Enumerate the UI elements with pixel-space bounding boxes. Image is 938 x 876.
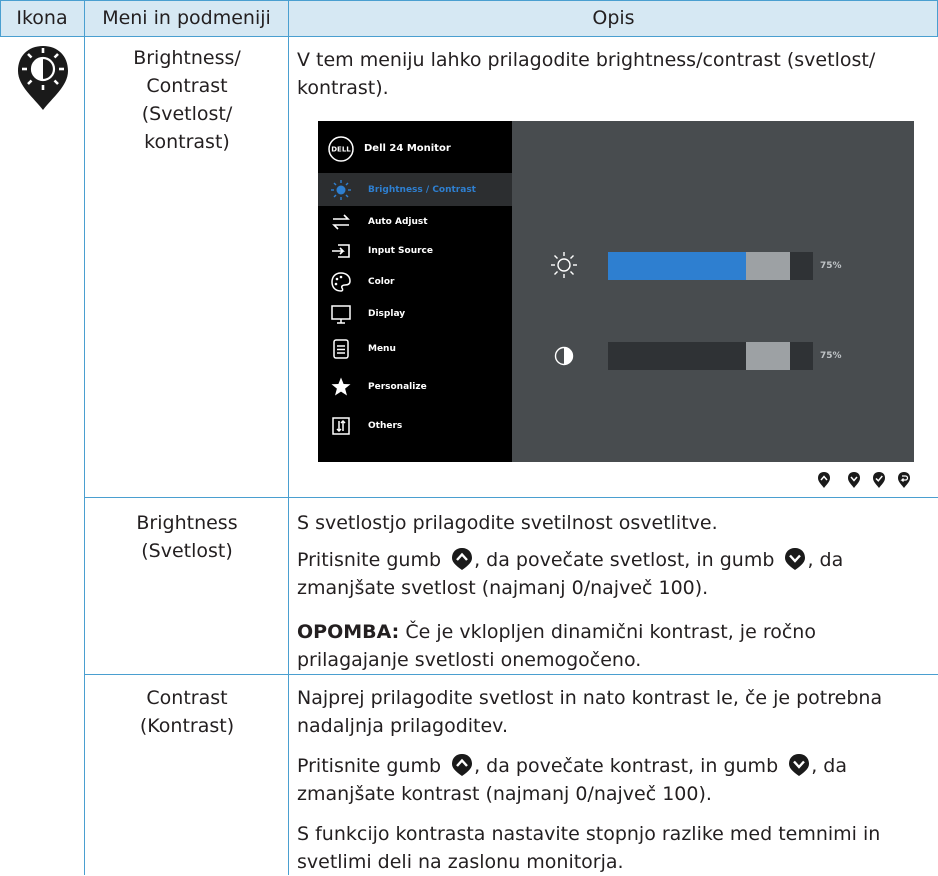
text-run: , da [807, 549, 844, 571]
ok-button-icon[interactable] [872, 471, 886, 489]
row2-p1: S svetlostjo prilagodite svetilnost osve… [297, 512, 718, 534]
rule-top [0, 0, 938, 1]
text-line: svetlimi deli na zaslonu monitorja. [297, 851, 624, 873]
text-run: Pritisnite gumb [297, 549, 442, 571]
header-menu: Meni in podmeniji [102, 7, 271, 29]
osd-item-label: Input Source [368, 246, 433, 256]
osd-item-auto-adjust[interactable]: Auto Adjust [318, 207, 512, 237]
osd-item-brightness-contrast[interactable]: Brightness / Contrast [318, 175, 512, 205]
row2-p2: Pritisnite gumb , da povečate svetlost, … [297, 546, 933, 602]
osd-item-label: Display [368, 309, 406, 319]
manual-page: Ikona Meni in podmeniji Opis Brightness/… [0, 0, 938, 875]
header-icon: Ikona [16, 7, 68, 29]
text-run: Če je vklopljen dinamični kontrast, je r… [399, 621, 816, 643]
row3-p3: S funkcijo kontrasta nastavite stopnjo r… [297, 820, 933, 876]
contrast-value: 75% [820, 351, 842, 361]
sun-icon [331, 180, 351, 200]
text-run: , da [811, 755, 847, 777]
up-button-icon [452, 754, 473, 776]
row3-p2-line1: Pritisnite gumb , da povečate kontrast, … [297, 752, 933, 780]
text-line: nadaljnja prilagoditev. [297, 715, 508, 737]
osd-item-label: Menu [368, 344, 396, 354]
rule-col1 [84, 0, 85, 875]
swap-arrows-icon [332, 214, 350, 230]
osd-item-menu[interactable]: Menu [318, 334, 512, 364]
osd-item-label: Auto Adjust [368, 217, 428, 227]
input-source-icon [332, 244, 350, 258]
osd-item-color[interactable]: Color [318, 267, 512, 297]
dell-logo: DELL [328, 136, 354, 162]
osd-item-label: Color [368, 277, 395, 287]
menu-list-icon [333, 339, 349, 359]
rule-header-bottom [0, 36, 938, 37]
row3-p2: Pritisnite gumb , da povečate kontrast, … [297, 752, 933, 808]
row2-note: OPOMBA: Če je vklopljen dinamični kontra… [297, 618, 933, 674]
row3-p1: Najprej prilagodite svetlost in nato kon… [297, 684, 933, 740]
row1-description: V tem meniju lahko prilagodite brightnes… [297, 46, 933, 102]
brightness-bar-fill [608, 252, 762, 280]
row2-note-line2: prilagajanje svetlosti onemogočeno. [297, 649, 642, 671]
osd-menu-panel: DELL Dell 24 Monitor Brightness / Contra… [318, 121, 512, 462]
menu-line: (Kontrast) [139, 715, 235, 737]
osd-item-display[interactable]: Display [318, 299, 512, 329]
rule-col2 [288, 0, 289, 875]
menu-line: Contrast [146, 687, 228, 709]
others-icon [332, 417, 350, 435]
osd-title: Dell 24 Monitor [364, 143, 451, 154]
rule-row1-bottom [85, 497, 938, 498]
osd-item-others[interactable]: Others [318, 411, 512, 441]
text-run: , da povečate svetlost, in gumb [474, 549, 775, 571]
osd-item-label: Brightness / Contrast [368, 185, 476, 195]
menu-line: (Svetlost/ [141, 103, 233, 125]
osd-item-label: Personalize [368, 382, 427, 392]
header-description: Opis [592, 7, 635, 29]
menu-line: Contrast [146, 75, 228, 97]
down-button-icon [785, 548, 806, 570]
text-line: S funkcijo kontrasta nastavite stopnjo r… [297, 823, 881, 845]
contrast-bar-fill [608, 342, 762, 370]
contrast-icon [554, 346, 574, 366]
text-run: , da povečate kontrast, in gumb [474, 755, 779, 777]
menu-line: Brightness/ [133, 47, 241, 69]
row3-p2-line2: zmanjšate kontrast (najmanj 0/največ 100… [297, 783, 712, 805]
dell-logo-text: DELL [331, 146, 351, 154]
menu-contrast: Contrast (Kontrast) [86, 684, 288, 740]
down-button-icon [789, 754, 810, 776]
brightness-value: 75% [820, 261, 842, 271]
menu-line: kontrast) [144, 131, 230, 153]
row2-p2-line2: zmanjšate svetlost (najmanj 0/največ 100… [297, 577, 709, 599]
brightness-sun-icon [551, 252, 577, 278]
up-button-icon [452, 548, 473, 570]
text-line: Najprej prilagodite svetlost in nato kon… [297, 687, 883, 709]
desc-line: kontrast). [297, 77, 389, 99]
brightness-slider-handle[interactable] [746, 252, 790, 280]
text-run: Pritisnite gumb [297, 755, 442, 777]
down-button-icon[interactable] [847, 471, 861, 489]
back-button-icon[interactable] [897, 471, 911, 489]
osd-item-input-source[interactable]: Input Source [318, 236, 512, 266]
menu-line: (Svetlost) [141, 540, 233, 562]
note-label: OPOMBA: [297, 621, 400, 643]
menu-brightness-contrast: Brightness/ Contrast (Svetlost/ kontrast… [86, 44, 288, 156]
monitor-icon [331, 305, 351, 324]
osd-item-personalize[interactable]: Personalize [318, 372, 512, 402]
osd-item-label: Others [368, 421, 403, 431]
brightness-pin-icon [18, 46, 68, 110]
desc-line: V tem meniju lahko prilagodite brightnes… [297, 49, 876, 71]
contrast-slider-handle[interactable] [746, 342, 790, 370]
menu-line: Brightness [136, 512, 238, 534]
up-button-icon[interactable] [817, 471, 831, 489]
menu-brightness: Brightness (Svetlost) [86, 509, 288, 565]
rule-left [0, 0, 1, 36]
osd-screenshot: DELL Dell 24 Monitor Brightness / Contra… [318, 121, 914, 462]
rule-row2-bottom [85, 674, 938, 675]
row2-note-line1: OPOMBA: Če je vklopljen dinamični kontra… [297, 618, 933, 646]
palette-icon [331, 272, 351, 292]
star-icon [331, 377, 351, 396]
row2-p2-line1: Pritisnite gumb , da povečate svetlost, … [297, 546, 933, 574]
